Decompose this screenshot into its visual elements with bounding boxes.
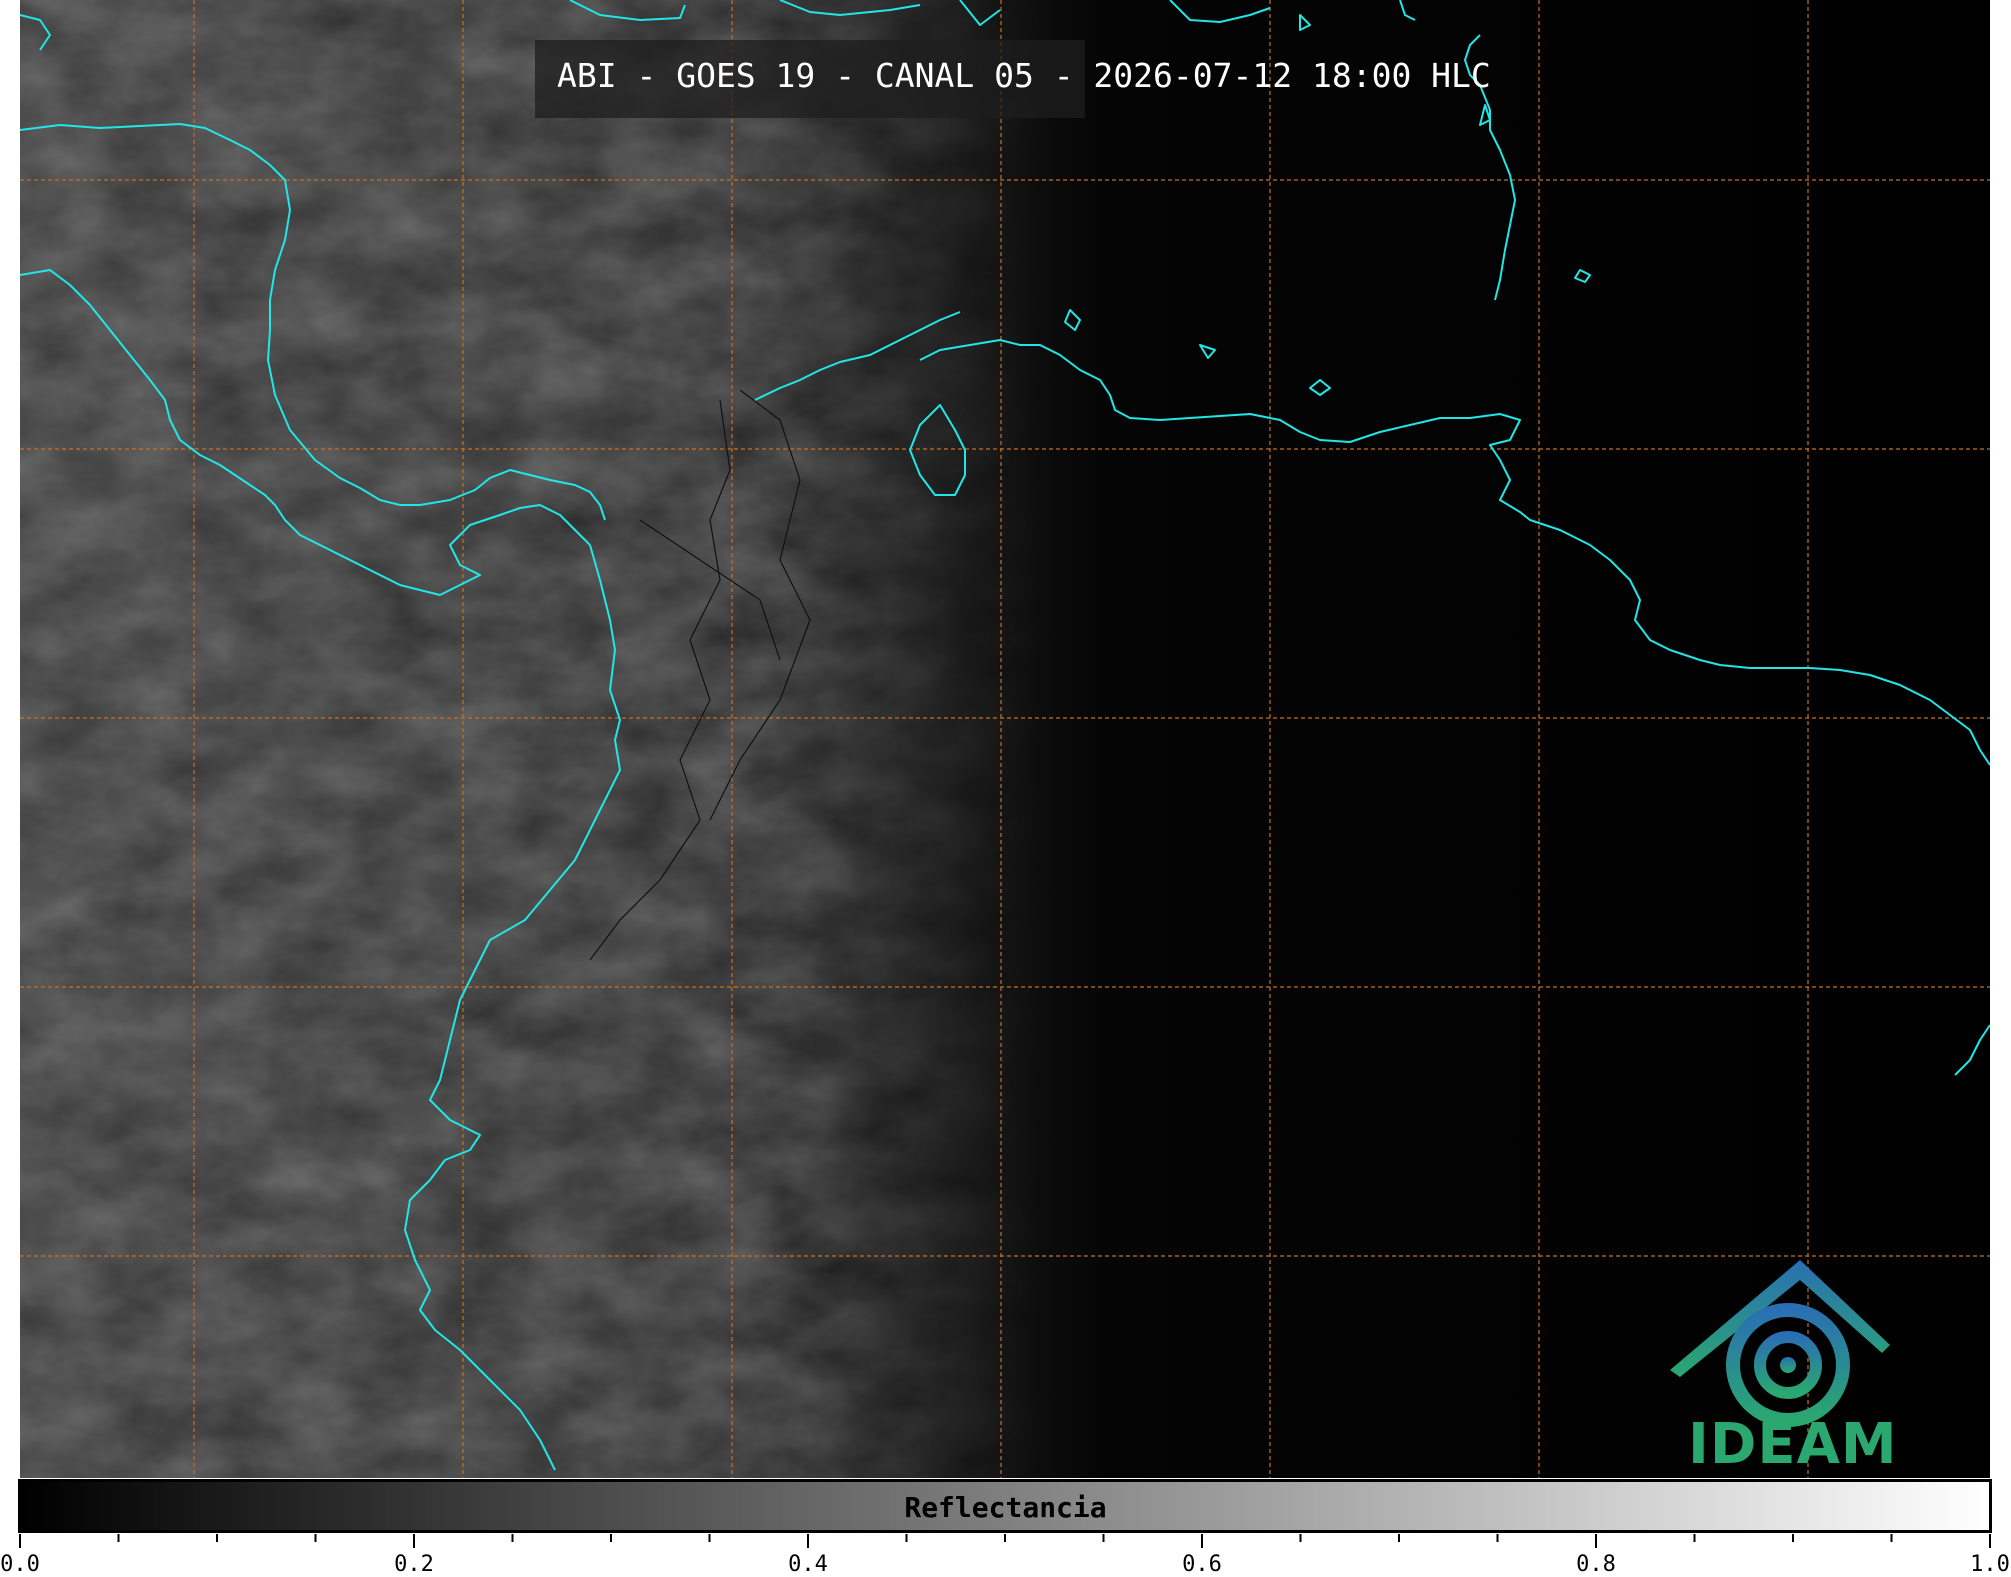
colorbar-tick-label: 0.8 <box>1576 1552 1616 1577</box>
colorbar-tick-label: 0.6 <box>1182 1552 1222 1577</box>
colorbar-tick-label: 1.0 <box>1970 1552 2010 1577</box>
colorbar-tick-label: 0.2 <box>394 1552 434 1577</box>
colorbar-label: Reflectancia <box>904 1491 1107 1524</box>
colorbar-tick-label: 0.4 <box>788 1552 828 1577</box>
ideam-logo-text: IDEAM <box>1688 1412 1898 1477</box>
colorbar-tick-label: 0.0 <box>0 1552 40 1577</box>
map-title: ABI - GOES 19 - CANAL 05 - 2026-07-12 18… <box>557 56 1491 95</box>
colorbar-ticks <box>19 1534 1991 1548</box>
